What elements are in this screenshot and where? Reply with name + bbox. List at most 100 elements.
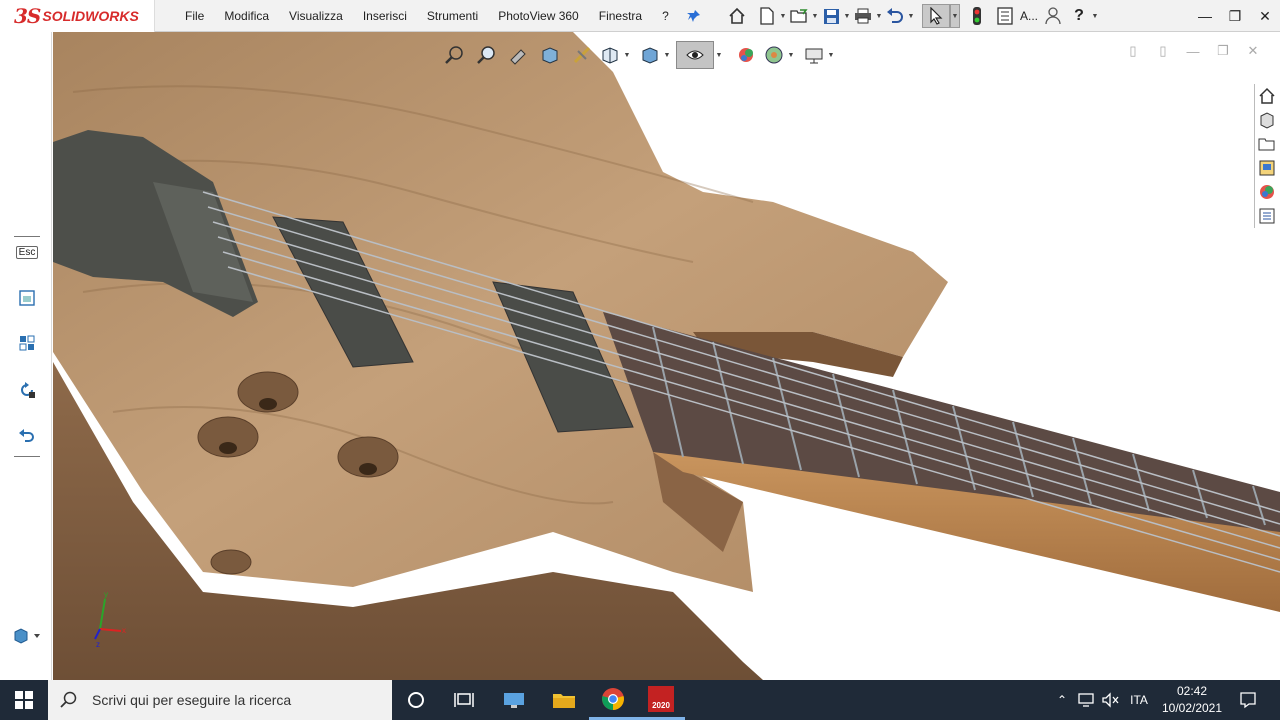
task-view-button[interactable] [440, 680, 488, 720]
display-style-icon[interactable] [638, 41, 662, 69]
undo-dropdown-icon[interactable]: ▼ [906, 4, 916, 28]
doc-previous-icon[interactable]: ▯ [1118, 40, 1148, 62]
new-dropdown-icon[interactable]: ▼ [778, 4, 788, 28]
menu-photoview[interactable]: PhotoView 360 [488, 0, 589, 32]
design-library-icon[interactable] [1255, 108, 1279, 132]
help-icon[interactable]: ? [1068, 4, 1090, 28]
network-icon[interactable] [1075, 680, 1097, 720]
doc-next-icon[interactable]: ▯ [1148, 40, 1178, 62]
edit-appearance-icon[interactable] [730, 41, 762, 69]
clock-time: 02:42 [1176, 684, 1208, 698]
rotate-view-icon[interactable] [14, 378, 40, 402]
menu-strumenti[interactable]: Strumenti [417, 0, 488, 32]
file-properties-icon[interactable] [994, 4, 1016, 28]
graphics-area[interactable]: ▼ ▼ ▼ ▼ ▼ ▯ ▯ — ❐ ✕ y x z [53, 32, 1280, 680]
apply-scene-icon[interactable] [762, 41, 786, 69]
language-indicator[interactable]: ITA [1123, 680, 1155, 720]
rebuild-traffic-light-icon[interactable] [966, 4, 988, 28]
doc-minimize-icon[interactable]: — [1178, 40, 1208, 62]
esc-label: Esc [15, 245, 39, 259]
pin-menu-icon[interactable] [686, 8, 702, 24]
guitar-model-render [53, 32, 1280, 680]
cortana-button[interactable] [392, 680, 440, 720]
print-icon[interactable] [852, 4, 874, 28]
escape-button[interactable]: Esc [14, 240, 40, 264]
save-dropdown-icon[interactable]: ▼ [842, 4, 852, 28]
open-dropdown-icon[interactable]: ▼ [810, 4, 820, 28]
left-shortcut-panel: Esc [0, 32, 52, 680]
search-placeholder: Scrivi qui per eseguire la ricerca [92, 692, 292, 708]
brand-name: SOLIDWORKS [42, 8, 139, 24]
start-button[interactable] [0, 680, 48, 720]
undo-icon[interactable] [884, 4, 906, 28]
close-icon[interactable]: ✕ [1250, 0, 1280, 32]
heads-up-view-toolbar: ▼ ▼ ▼ ▼ ▼ [438, 40, 836, 70]
zoom-to-area-icon[interactable] [470, 41, 502, 69]
print-dropdown-icon[interactable]: ▼ [874, 4, 884, 28]
taskbar-app-network[interactable] [490, 680, 538, 720]
minimize-icon[interactable]: — [1190, 0, 1220, 32]
user-account-icon[interactable] [1042, 4, 1064, 28]
view-settings-icon[interactable] [802, 41, 826, 69]
view-orientation-dropdown-icon[interactable]: ▼ [622, 43, 632, 67]
restore-icon[interactable]: ❐ [1220, 0, 1250, 32]
undo-view-icon[interactable] [14, 424, 40, 448]
zoom-to-fit-icon[interactable] [438, 41, 470, 69]
document-window-controls: ▯ ▯ — ❐ ✕ [1118, 40, 1268, 62]
reference-triad: y x z [94, 590, 126, 647]
select-cursor-icon[interactable] [922, 4, 950, 28]
solidworks-resources-icon[interactable] [1255, 84, 1279, 108]
chrome-taskbar-icon[interactable] [589, 680, 637, 720]
taskbar-search-box[interactable]: Scrivi qui per eseguire la ricerca [48, 680, 392, 720]
solidworks-taskbar-icon[interactable]: 2020 [637, 680, 685, 720]
open-folder-icon[interactable] [788, 4, 810, 28]
select-dropdown-icon[interactable]: ▼ [950, 4, 960, 28]
hide-show-items-icon[interactable] [676, 41, 714, 69]
file-explorer-taskbar-icon[interactable] [540, 680, 588, 720]
view-orientation-icon[interactable] [14, 331, 40, 355]
solidworks-logo[interactable]: 3S SOLIDWORKS [0, 0, 155, 32]
menu-inserisci[interactable]: Inserisci [353, 0, 417, 32]
dynamic-annotation-icon[interactable] [566, 41, 598, 69]
display-style-dropdown-icon[interactable]: ▼ [662, 43, 672, 67]
section-view-icon[interactable] [534, 41, 566, 69]
previous-view-icon[interactable] [502, 41, 534, 69]
triad-x-label: x [122, 626, 126, 635]
view-orientation-icon[interactable] [598, 41, 622, 69]
help-dropdown-icon[interactable]: ▼ [1090, 4, 1100, 28]
menu-visualizza[interactable]: Visualizza [279, 0, 353, 32]
zoom-to-fit-icon[interactable] [14, 286, 40, 310]
triad-z-label: z [96, 640, 100, 647]
show-hidden-icons-icon[interactable]: ⌃ [1053, 680, 1071, 720]
custom-properties-icon[interactable] [1255, 204, 1279, 228]
apply-scene-dropdown-icon[interactable]: ▼ [786, 43, 796, 67]
triad-y-label: y [104, 590, 108, 599]
view-palette-icon[interactable] [1255, 156, 1279, 180]
display-style-icon[interactable] [10, 624, 44, 648]
new-document-icon[interactable] [756, 4, 778, 28]
view-settings-dropdown-icon[interactable]: ▼ [826, 43, 836, 67]
home-icon[interactable] [726, 4, 748, 28]
clock[interactable]: 02:42 10/02/2021 [1156, 683, 1228, 717]
menu-modifica[interactable]: Modifica [214, 0, 279, 32]
volume-muted-icon[interactable] [1099, 680, 1121, 720]
doc-restore-icon[interactable]: ❐ [1208, 40, 1238, 62]
options-truncated-label[interactable]: A... [1020, 9, 1038, 23]
quick-access-toolbar: ▼ ▼ ▼ ▼ ▼ ▼ A... ? ▼ [726, 0, 1100, 32]
separator [14, 236, 40, 237]
search-icon [60, 691, 77, 708]
windows-taskbar: Scrivi qui per eseguire la ricerca 2020 … [0, 680, 1280, 720]
menu-finestra[interactable]: Finestra [589, 0, 652, 32]
menu-help[interactable]: ? [652, 0, 679, 32]
save-icon[interactable] [820, 4, 842, 28]
hide-show-dropdown-icon[interactable]: ▼ [714, 43, 724, 67]
sw-2020-badge: 2020 [648, 685, 674, 712]
menu-bar: File Modifica Visualizza Inserisci Strum… [175, 0, 679, 32]
appearances-icon[interactable] [1255, 180, 1279, 204]
title-bar: 3S SOLIDWORKS File Modifica Visualizza I… [0, 0, 1280, 32]
doc-close-icon[interactable]: ✕ [1238, 40, 1268, 62]
menu-file[interactable]: File [175, 0, 214, 32]
clock-date: 10/02/2021 [1161, 701, 1223, 715]
notifications-icon[interactable] [1232, 680, 1264, 720]
file-explorer-icon[interactable] [1255, 132, 1279, 156]
